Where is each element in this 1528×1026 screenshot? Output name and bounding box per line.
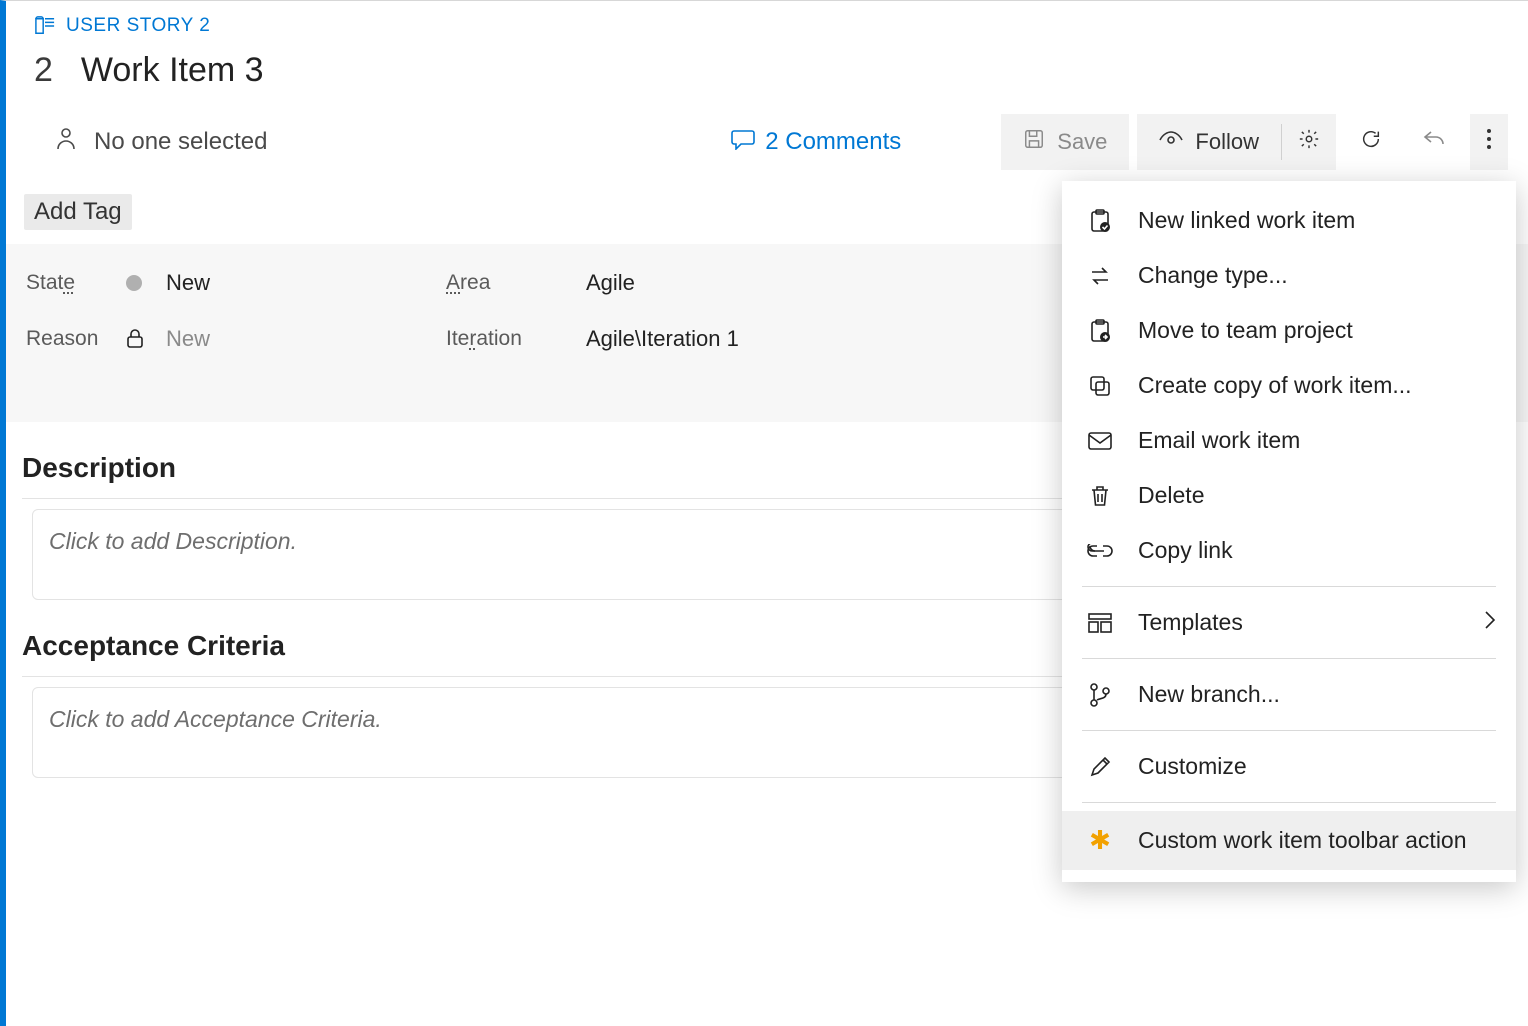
template-icon	[1086, 613, 1114, 633]
mail-icon	[1086, 432, 1114, 450]
work-item-id: 2	[34, 51, 53, 90]
menu-change-type[interactable]: Change type...	[1062, 248, 1516, 303]
undo-button[interactable]	[1406, 114, 1462, 170]
follow-settings-button[interactable]	[1282, 114, 1336, 170]
pencil-icon	[1086, 756, 1114, 778]
star-icon: ✱	[1086, 825, 1114, 856]
menu-create-copy[interactable]: Create copy of work item...	[1062, 358, 1516, 413]
assignee-label: No one selected	[94, 128, 267, 156]
swap-icon	[1086, 266, 1114, 286]
kebab-icon	[1486, 128, 1492, 156]
undo-icon	[1422, 128, 1446, 156]
menu-customize[interactable]: Customize	[1062, 739, 1516, 794]
copy-icon	[1086, 375, 1114, 397]
state-label: State	[26, 271, 126, 295]
link-icon	[1086, 544, 1114, 558]
comments-link[interactable]: 2 Comments	[731, 128, 901, 157]
person-icon	[56, 127, 76, 158]
lock-icon	[126, 329, 166, 349]
menu-email[interactable]: Email work item	[1062, 413, 1516, 468]
refresh-icon	[1360, 128, 1382, 156]
assignee-picker[interactable]: No one selected	[56, 127, 267, 158]
add-tag-button[interactable]: Add Tag	[24, 194, 132, 230]
chevron-right-icon	[1484, 609, 1496, 636]
branch-icon	[1086, 683, 1114, 707]
area-label: Area	[446, 271, 586, 295]
work-item-title[interactable]: Work Item 3	[81, 51, 264, 90]
reason-label: Reason	[26, 327, 126, 351]
eye-icon	[1159, 129, 1183, 155]
iteration-label: Iteration	[446, 327, 586, 351]
comments-label: 2 Comments	[765, 128, 901, 156]
clipboard-arrow-icon	[1086, 319, 1114, 343]
menu-move-to-project[interactable]: Move to team project	[1062, 303, 1516, 358]
save-button[interactable]: Save	[1001, 114, 1129, 170]
follow-button[interactable]: Follow	[1137, 114, 1281, 170]
more-actions-menu: New linked work item Change type... Move…	[1062, 181, 1516, 882]
menu-templates[interactable]: Templates	[1062, 595, 1516, 650]
menu-new-linked-work-item[interactable]: New linked work item	[1062, 193, 1516, 248]
comment-icon	[731, 128, 755, 157]
menu-custom-toolbar-action[interactable]: ✱ Custom work item toolbar action	[1062, 811, 1516, 870]
user-story-icon	[34, 16, 56, 36]
state-value[interactable]: New	[166, 270, 446, 296]
description-placeholder: Click to add Description.	[49, 528, 297, 554]
gear-icon	[1298, 128, 1320, 156]
refresh-button[interactable]	[1344, 114, 1398, 170]
clipboard-check-icon	[1086, 209, 1114, 233]
acceptance-placeholder: Click to add Acceptance Criteria.	[49, 706, 382, 732]
reason-value[interactable]: New	[166, 326, 446, 352]
more-actions-button[interactable]	[1470, 114, 1508, 170]
work-item-type-label: USER STORY 2	[66, 15, 210, 37]
state-dot-icon	[126, 275, 142, 291]
save-icon	[1023, 128, 1045, 156]
menu-delete[interactable]: Delete	[1062, 468, 1516, 523]
menu-new-branch[interactable]: New branch...	[1062, 667, 1516, 722]
menu-copy-link[interactable]: Copy link	[1062, 523, 1516, 578]
trash-icon	[1086, 485, 1114, 507]
